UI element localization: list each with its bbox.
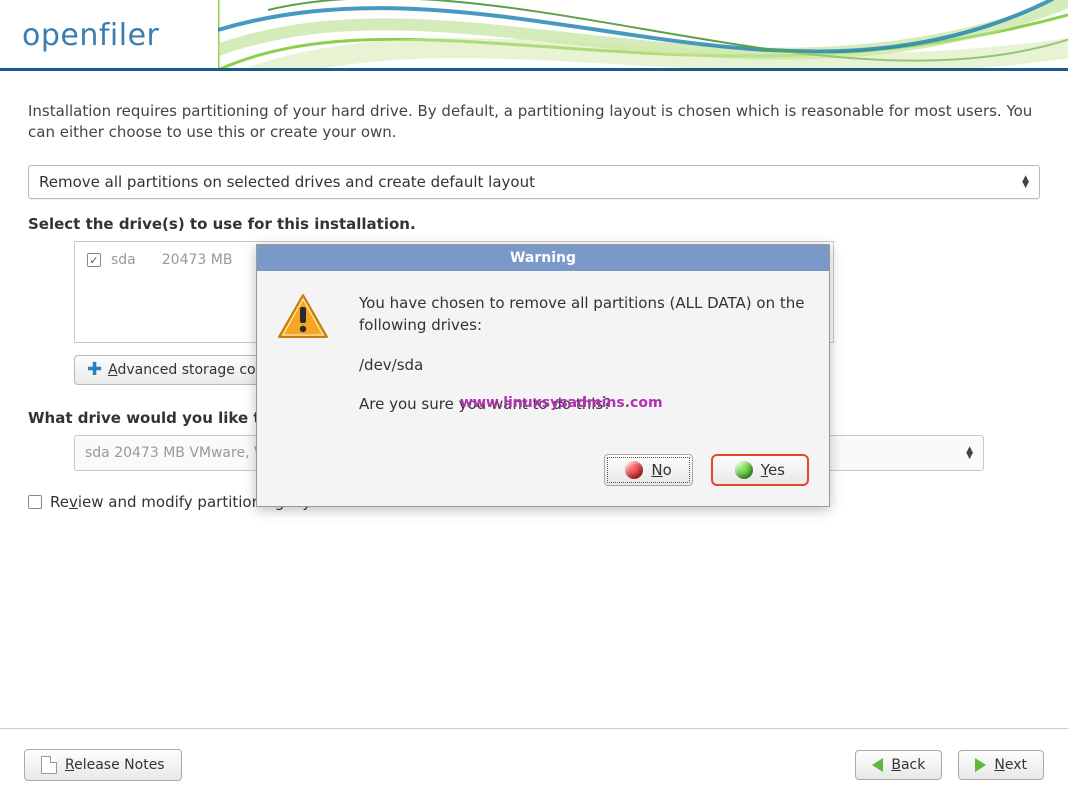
yes-label: Yes (761, 461, 785, 479)
partitioning-mode-dropdown[interactable]: Remove all partitions on selected drives… (28, 165, 1040, 199)
logo: openfiler (22, 18, 159, 53)
document-icon (41, 756, 57, 774)
dialog-no-button[interactable]: No (604, 454, 692, 486)
drive-checkbox[interactable]: ✓ (87, 253, 101, 267)
red-ball-icon (625, 461, 643, 479)
no-label: No (651, 461, 671, 479)
watermark: www.linuxsysadmins.com (460, 395, 663, 411)
next-label: Next (994, 757, 1027, 773)
warning-dialog: Warning You have chosen to remove all pa… (256, 244, 830, 507)
dropdown-selected: Remove all partitions on selected drives… (39, 173, 535, 191)
arrow-left-icon (872, 758, 883, 772)
decorative-swoosh (218, 0, 1068, 68)
drive-size: 20473 MB (162, 252, 233, 268)
dropdown-arrows-icon: ▲▼ (966, 447, 973, 459)
dialog-line1: You have chosen to remove all partitions… (359, 293, 809, 337)
footer: Release Notes Back Next (0, 728, 1068, 801)
installer-window: openfiler Installation requires partitio… (0, 0, 1068, 801)
header: openfiler (0, 0, 1068, 68)
warning-icon (277, 293, 337, 434)
back-button[interactable]: Back (855, 750, 942, 780)
drives-label: Select the drive(s) to use for this inst… (28, 215, 1040, 233)
release-label: Release Notes (65, 757, 165, 773)
review-checkbox[interactable] (28, 495, 42, 509)
dropdown-arrows-icon: ▲▼ (1022, 176, 1029, 188)
intro-text: Installation requires partitioning of yo… (28, 101, 1040, 143)
dialog-title: Warning (257, 245, 829, 271)
drive-name: sda (111, 252, 136, 268)
release-notes-button[interactable]: Release Notes (24, 749, 182, 781)
green-ball-icon (735, 461, 753, 479)
dialog-yes-button[interactable]: Yes (711, 454, 809, 486)
next-button[interactable]: Next (958, 750, 1044, 780)
plus-icon: ✚ (87, 363, 102, 377)
back-label: Back (891, 757, 925, 773)
dialog-device: /dev/sda (359, 355, 809, 377)
arrow-right-icon (975, 758, 986, 772)
dialog-text: You have chosen to remove all partitions… (359, 293, 809, 434)
